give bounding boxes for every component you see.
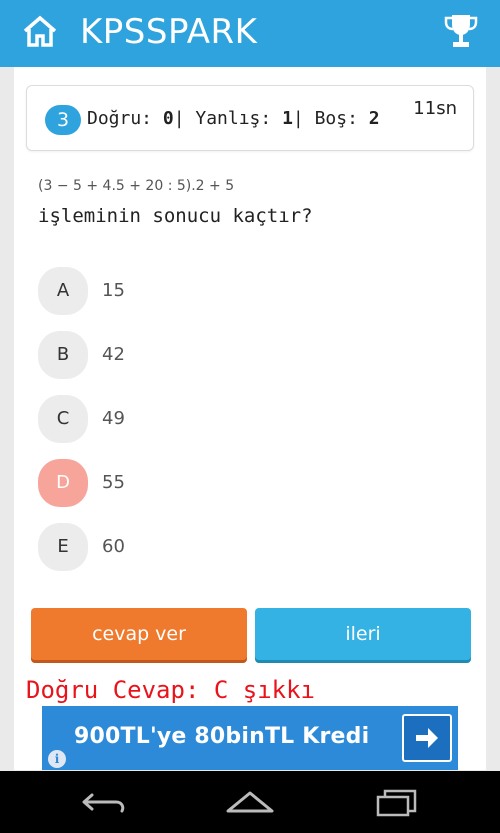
option-letter[interactable]: E	[38, 523, 88, 571]
info-icon[interactable]: i	[48, 750, 66, 768]
wrong-label: | Yanlış:	[173, 108, 283, 129]
next-button[interactable]: ileri	[255, 608, 471, 660]
option-letter[interactable]: A	[38, 267, 88, 315]
option-b[interactable]: B 42	[38, 331, 438, 381]
option-value: 42	[102, 344, 125, 365]
system-nav-bar	[0, 771, 500, 833]
app-bar: KPSSPARK	[0, 0, 500, 67]
trophy-icon[interactable]	[444, 12, 478, 50]
option-letter[interactable]: B	[38, 331, 88, 379]
option-letter[interactable]: D	[38, 459, 88, 507]
score-summary: Doğru: 0| Yanlış: 1| Boş: 2	[87, 108, 380, 129]
ad-banner[interactable]: 900TL'ye 80binTL Kredi i	[42, 706, 458, 770]
correct-count: 0	[162, 108, 174, 129]
home-icon[interactable]	[22, 14, 58, 48]
option-value: 60	[102, 536, 125, 557]
empty-label: | Boş:	[292, 108, 369, 129]
option-d[interactable]: D 55	[38, 459, 438, 509]
arrow-right-icon[interactable]	[402, 714, 452, 762]
empty-count: 2	[368, 108, 380, 129]
question-text: işleminin sonucu kaçtır?	[38, 205, 313, 227]
option-value: 15	[102, 280, 125, 301]
ad-text[interactable]: 900TL'ye 80binTL Kredi	[74, 724, 369, 749]
answer-button[interactable]: cevap ver	[31, 608, 247, 660]
option-value: 55	[102, 472, 125, 493]
option-a[interactable]: A 15	[38, 267, 438, 317]
correct-label: Doğru:	[87, 108, 163, 129]
option-letter[interactable]: C	[38, 395, 88, 443]
back-icon[interactable]	[80, 787, 128, 817]
score-card: 3 Doğru: 0| Yanlış: 1| Boş: 2 11sn	[26, 85, 474, 151]
option-value: 49	[102, 408, 125, 429]
timer: 11sn	[413, 98, 457, 119]
home-nav-icon[interactable]	[225, 787, 275, 817]
question-number-badge: 3	[45, 105, 81, 135]
option-e[interactable]: E 60	[38, 523, 438, 573]
question-expression: (3 − 5 + 4.5 + 20 : 5).2 + 5	[38, 178, 235, 194]
option-c[interactable]: C 49	[38, 395, 438, 445]
recents-icon[interactable]	[373, 787, 421, 817]
correct-answer-text: Doğru Cevap: C şıkkı	[26, 676, 315, 704]
wrong-count: 1	[282, 108, 293, 129]
app-title: KPSSPARK	[80, 12, 258, 52]
quiz-panel: 3 Doğru: 0| Yanlış: 1| Boş: 2 11sn (3 − …	[14, 67, 486, 770]
